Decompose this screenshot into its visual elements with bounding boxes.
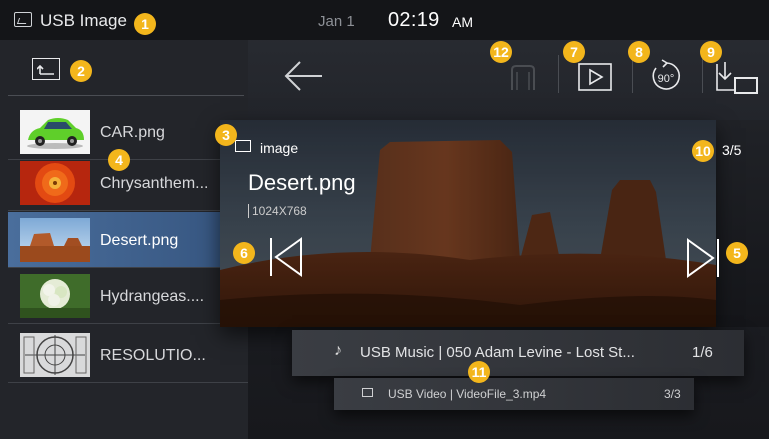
rotate-90-icon[interactable]: 90° [648,58,684,94]
image-source-icon [14,12,32,27]
file-item-car[interactable]: CAR.png [8,104,248,160]
date: Jan 1 [318,13,355,30]
music-track-count: 1/6 [692,344,713,361]
save-image-icon[interactable] [714,60,760,96]
callout-badge: 3 [215,124,237,146]
callout-badge: 11 [468,361,490,383]
image-viewer[interactable]: image Desert.png 1024X768 [220,120,716,327]
file-name: CAR.png [100,124,165,141]
back-arrow-icon[interactable] [282,60,324,92]
video-count: 3/3 [664,387,681,401]
file-name: RESOLUTIO... [100,347,206,364]
parent-folder-button[interactable] [32,58,60,80]
resolution-chart-thumbnail [20,333,90,377]
callout-badge: 8 [628,41,650,63]
source-title: USB Image [40,11,127,30]
music-track: USB Music | 050 Adam Levine - Lost St... [360,344,635,361]
hydrangeas-thumbnail [20,274,90,318]
previous-image-icon[interactable] [268,236,304,278]
callout-badge: 5 [726,242,748,264]
music-note-icon: ♪ [334,342,342,359]
callout-badge: 7 [563,41,585,63]
image-title: Desert.png [248,170,356,195]
file-name: Chrysanthem... [100,175,209,192]
image-counter: 3/5 [722,142,742,158]
toolbar-divider [702,55,703,93]
music-mini-player[interactable]: ♪ USB Music | 050 Adam Levine - Lost St.… [292,330,744,376]
video-mini-player[interactable]: USB Video | VideoFile_3.mp4 3/3 [334,378,694,410]
chrysanthemum-thumbnail [20,161,90,205]
file-name: Desert.png [100,232,179,249]
desert-thumbnail [20,218,90,262]
callout-badge: 9 [700,41,722,63]
clock-ampm: AM [452,14,473,30]
play-slideshow-icon[interactable] [578,63,612,91]
folder-icon [235,140,251,152]
folder-up-icon [37,64,54,75]
status-bar: USB Image Jan 1 02:19 AM [0,0,769,40]
folder-name: image [260,140,299,156]
toolbar-divider [558,55,559,93]
callout-badge: 1 [134,13,156,35]
file-name: Hydrangeas.... [100,288,205,305]
file-item-hydrangeas[interactable]: Hydrangeas.... [8,268,248,324]
slideshow-disabled-icon[interactable] [508,62,538,92]
video-icon [362,388,373,397]
divider [8,95,244,96]
callout-badge: 10 [692,140,714,162]
callout-badge: 4 [108,149,130,171]
next-image-icon[interactable] [685,237,721,279]
image-dimensions: 1024X768 [248,204,307,218]
callout-badge: 12 [490,41,512,63]
car-thumbnail [20,110,90,154]
screen: USB Image Jan 1 02:19 AM CAR.png Chrysan… [0,0,769,439]
clock-time: 02:19 [388,9,440,31]
rotate-label: 90° [658,73,675,85]
callout-badge: 6 [233,242,255,264]
file-item-resolution[interactable]: RESOLUTIO... [8,327,248,383]
file-item-desert[interactable]: Desert.png [8,212,248,268]
callout-badge: 2 [70,60,92,82]
video-file: USB Video | VideoFile_3.mp4 [388,387,547,401]
